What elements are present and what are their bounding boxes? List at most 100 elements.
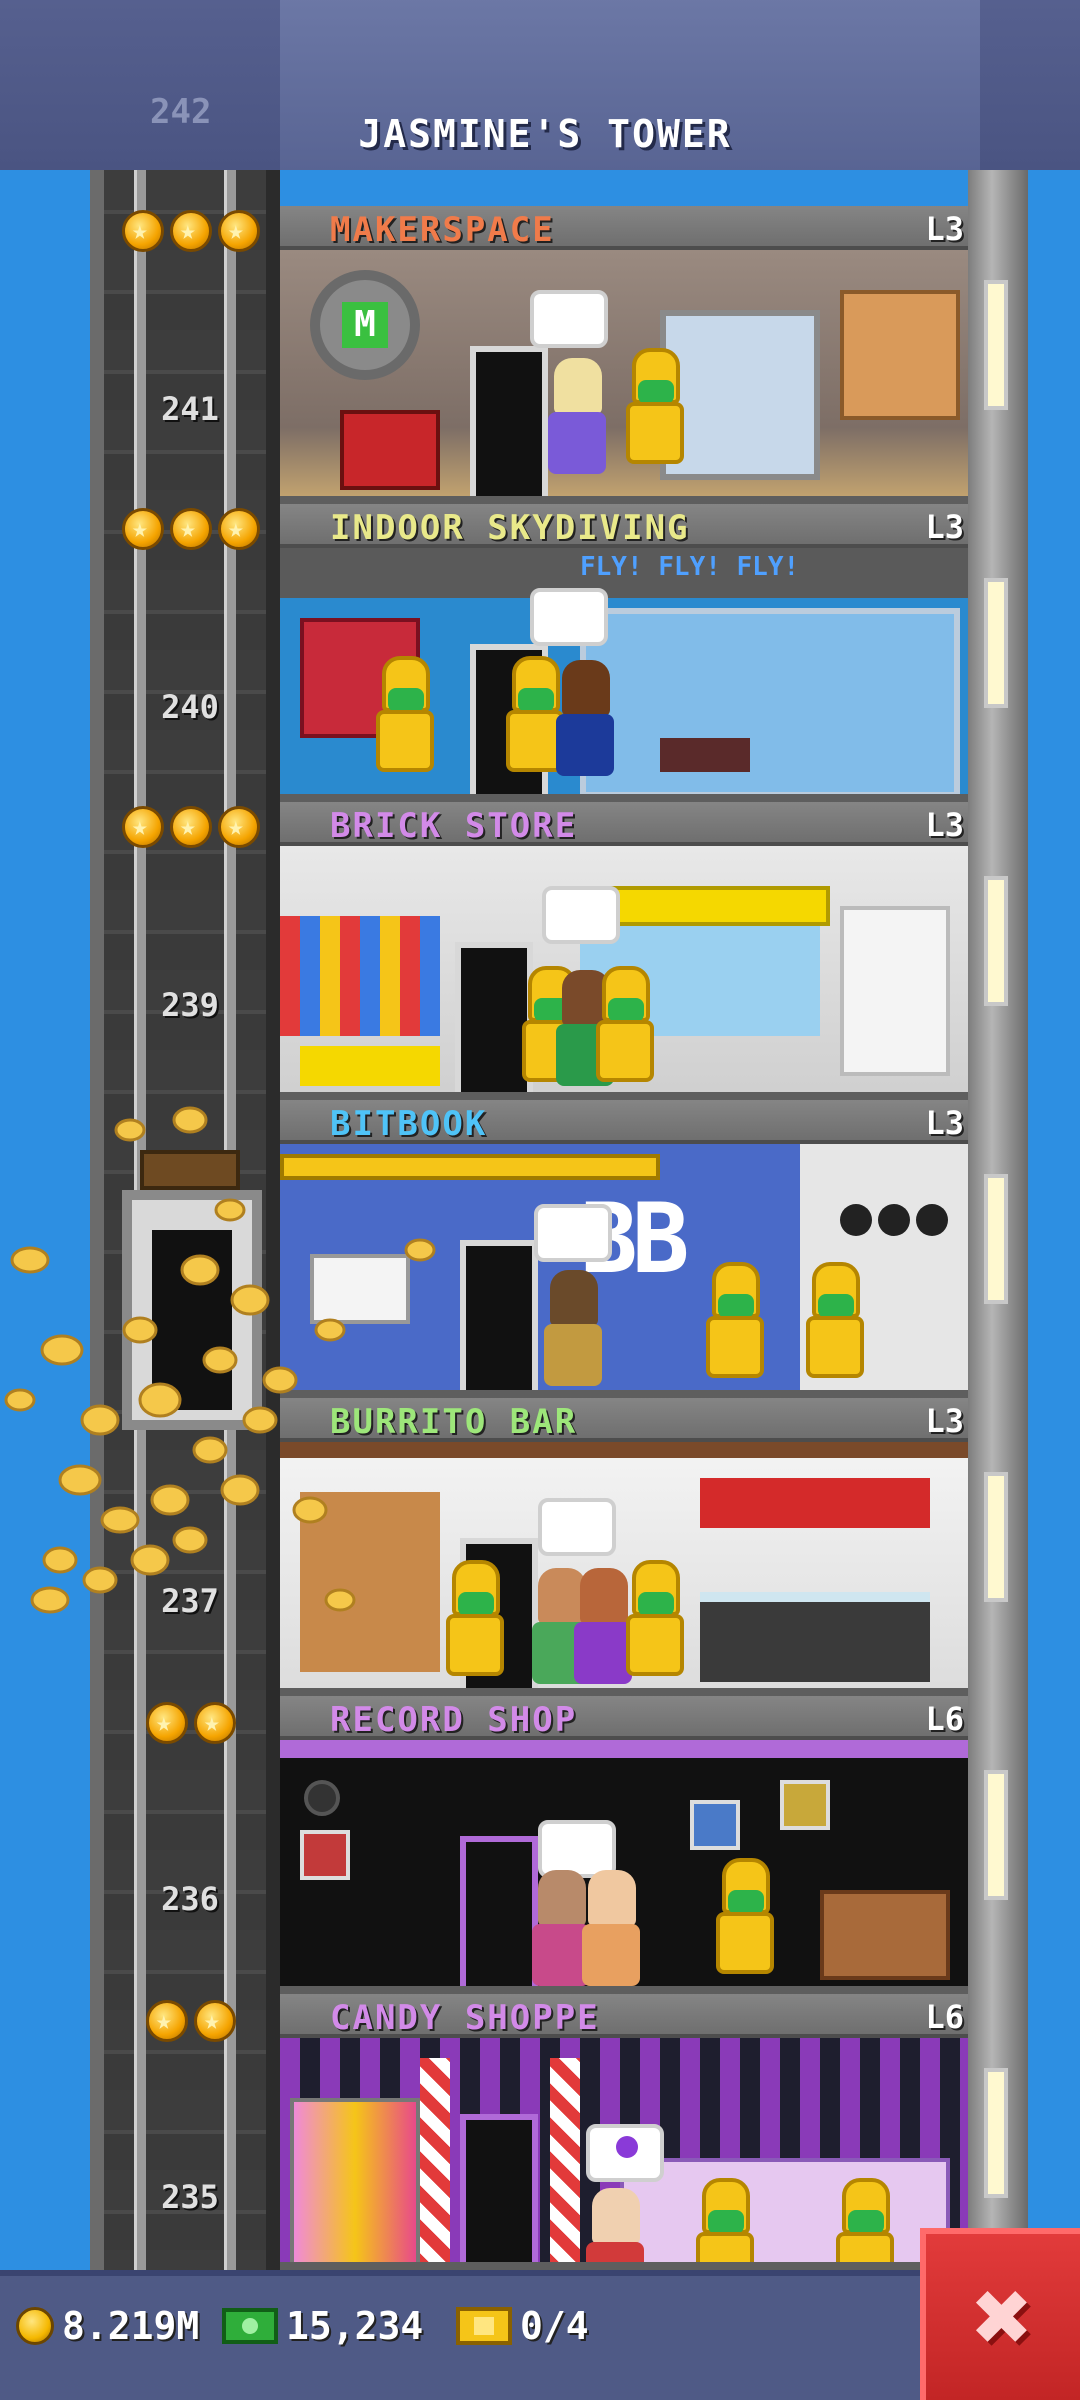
bitizen-chicken-costume[interactable] — [620, 1560, 690, 1680]
speech-bubble[interactable] — [542, 886, 620, 944]
bitizen[interactable] — [542, 358, 612, 478]
floor-brick-store[interactable]: BRICK STORE L3 — [280, 802, 968, 1100]
tickets-counter[interactable]: 0/4 — [456, 2304, 589, 2348]
floor-level: L6 — [925, 1700, 964, 1738]
floor-name: BITBOOK — [330, 1104, 488, 1144]
speech-bubble[interactable] — [530, 588, 608, 646]
bitizen-chicken-costume[interactable] — [370, 656, 440, 776]
floor-doorway — [470, 346, 548, 496]
star-icon — [218, 508, 260, 550]
floor-burrito-bar[interactable]: BURRITO BAR L3 — [280, 1398, 968, 1696]
floor-makerspace[interactable]: MAKERSPACE L3 M — [280, 206, 968, 504]
wall-art — [780, 1780, 830, 1830]
floor-stars-239 — [122, 806, 260, 848]
ceiling-beam — [280, 1154, 660, 1180]
pegboard — [840, 290, 960, 420]
bitizen-chicken-costume[interactable] — [700, 1262, 770, 1382]
tower-title: JASMINE'S TOWER — [358, 112, 732, 156]
room-indoor-skydiving: FLY! FLY! FLY! — [280, 548, 968, 794]
wall-art — [300, 1830, 350, 1880]
floor-name: INDOOR SKYDIVING — [330, 508, 690, 548]
coins-counter[interactable]: 8.219M — [16, 2304, 199, 2348]
star-icon — [146, 1702, 188, 1744]
food-counter — [700, 1592, 930, 1682]
floor-level: L6 — [925, 1998, 964, 2036]
bux-value: 15,234 — [286, 2304, 424, 2348]
3d-printer-icon — [340, 410, 440, 490]
floor-name: MAKERSPACE — [330, 210, 555, 250]
bitizen-chicken-costume[interactable] — [690, 2178, 760, 2262]
wall-light — [984, 1770, 1008, 1900]
floor-stars-236 — [146, 1702, 236, 1744]
floor-name: BURRITO BAR — [330, 1402, 578, 1442]
bitizen-chicken-costume[interactable] — [590, 966, 660, 1086]
star-icon — [170, 210, 212, 252]
floor-number-240: 240 — [161, 688, 219, 726]
candy-dispensers — [290, 2098, 420, 2262]
star-icon — [170, 806, 212, 848]
floor-header: MAKERSPACE L3 — [280, 206, 968, 250]
record-bin — [820, 1890, 950, 1980]
bux-icon — [222, 2308, 278, 2344]
floor-indoor-skydiving[interactable]: INDOOR SKYDIVING L3 FLY! FLY! FLY! — [280, 504, 968, 802]
speech-bubble[interactable] — [534, 1204, 612, 1262]
bitizen-chicken-costume[interactable] — [710, 1858, 780, 1978]
bux-counter[interactable]: 15,234 — [222, 2304, 423, 2348]
bitizen[interactable] — [576, 1870, 646, 1986]
floor-bitbook[interactable]: BITBOOK L3 BB — [280, 1100, 968, 1398]
bitizen-chicken-costume[interactable] — [440, 1560, 510, 1680]
floor-number-242: 242 — [150, 92, 212, 132]
product-shelf — [840, 906, 950, 1076]
timer-display — [660, 738, 750, 772]
floor-stars-241 — [122, 210, 260, 252]
floor-candy-shoppe[interactable]: CANDY SHOPPE L6 — [280, 1994, 968, 2270]
speech-bubble[interactable] — [530, 290, 608, 348]
makerspace-gear-icon: M — [310, 270, 420, 380]
floor-level: L3 — [925, 806, 964, 844]
floor-number-236: 236 — [161, 1880, 219, 1918]
speech-bubble[interactable] — [538, 1498, 616, 1556]
wall-light — [984, 1174, 1008, 1304]
wall-light — [984, 2068, 1008, 2198]
burrito-icon — [700, 1478, 930, 1528]
bitizen-chicken-costume[interactable] — [800, 1262, 870, 1382]
star-icon — [218, 210, 260, 252]
floor-header: BRICK STORE L3 — [280, 802, 968, 846]
purple-trim — [280, 1740, 968, 1758]
lollipop-icon — [616, 2136, 638, 2158]
wall-clocks — [840, 1204, 950, 1244]
bitizen-chicken-costume[interactable] — [830, 2178, 900, 2262]
wall-light — [984, 876, 1008, 1006]
tickets-value: 0/4 — [520, 2304, 589, 2348]
room-brick-store — [280, 846, 968, 1092]
floor-stars-235 — [146, 2000, 236, 2042]
bitizen-chicken-costume[interactable] — [620, 348, 690, 468]
room-burrito-bar — [280, 1442, 968, 1688]
speech-bubble[interactable] — [586, 2124, 664, 2182]
vinyl-record-icon — [304, 1780, 340, 1816]
wall-light — [984, 280, 1008, 410]
elevator-door — [152, 1230, 232, 1410]
elevator-car[interactable] — [122, 1190, 262, 1430]
coin-icon — [16, 2307, 54, 2345]
floor-number-235: 235 — [161, 2178, 219, 2216]
star-icon — [194, 2000, 236, 2042]
bitizen[interactable] — [538, 1270, 608, 1390]
awning — [280, 1442, 968, 1458]
coins-value: 8.219M — [62, 2304, 200, 2348]
floor-record-shop[interactable]: RECORD SHOP L6 — [280, 1696, 968, 1994]
floor-header: BURRITO BAR L3 — [280, 1398, 968, 1442]
bitizen[interactable] — [550, 660, 620, 780]
skydiving-sign: FLY! FLY! FLY! — [580, 552, 800, 582]
whiteboard — [310, 1254, 410, 1324]
floor-header: INDOOR SKYDIVING L3 — [280, 504, 968, 548]
elevator-motor — [140, 1150, 240, 1190]
bitizen[interactable] — [580, 2188, 650, 2262]
floor-header: BITBOOK L3 — [280, 1100, 968, 1144]
close-button[interactable]: ✖ — [920, 2228, 1080, 2400]
brick-icon — [280, 916, 440, 1036]
room-record-shop — [280, 1740, 968, 1986]
floor-number-237: 237 — [161, 1582, 219, 1620]
floor-doorway — [460, 2114, 538, 2262]
room-bitbook: BB — [280, 1144, 968, 1390]
